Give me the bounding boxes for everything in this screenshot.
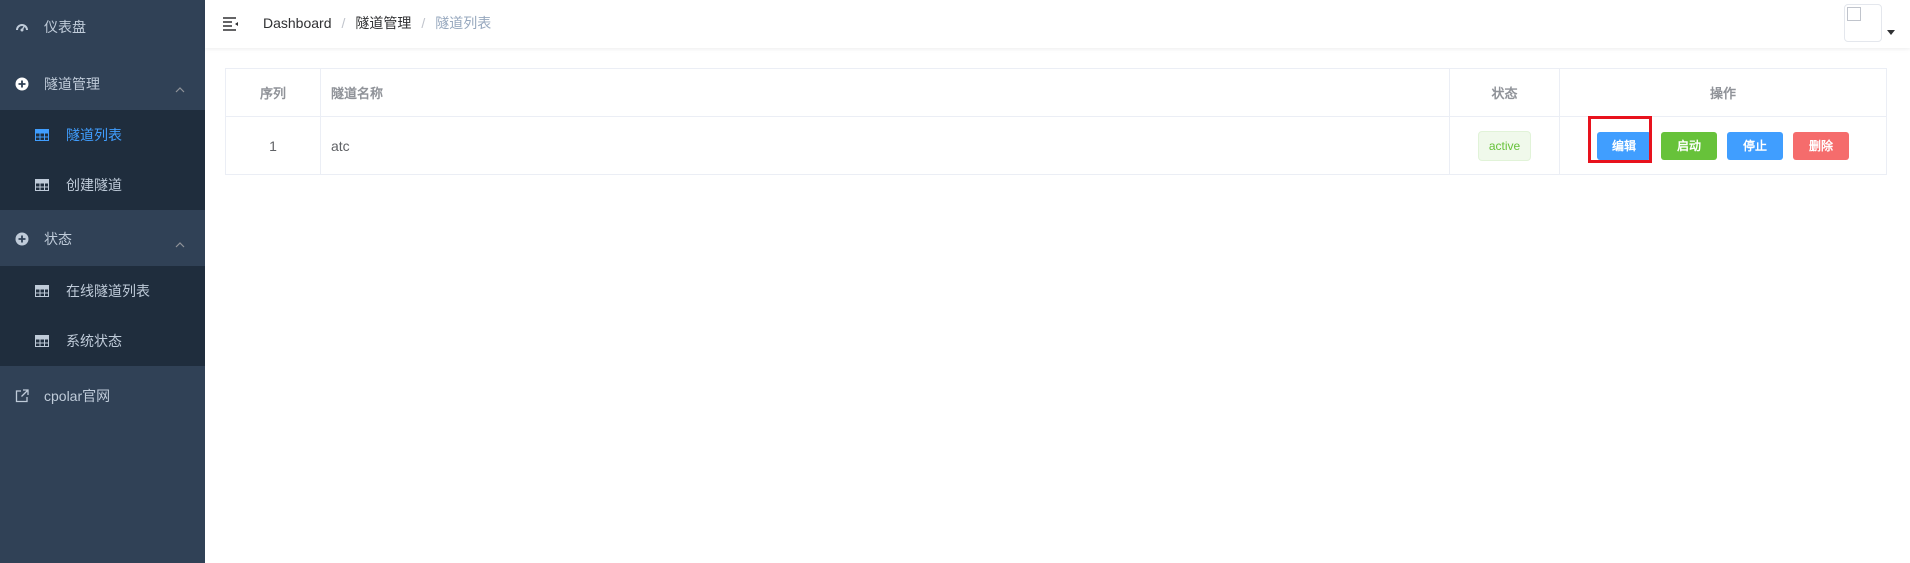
caret-down-icon (1887, 22, 1895, 40)
stop-button[interactable]: 停止 (1727, 131, 1783, 160)
menu-group-label: 隧道管理 (44, 75, 100, 92)
menu-item-create-tunnel[interactable]: 创建隧道 (0, 160, 205, 210)
menu-item-label: 仪表盘 (44, 18, 86, 35)
menu-item-dashboard[interactable]: 仪表盘 (0, 0, 205, 53)
external-link-icon (14, 388, 30, 404)
hamburger-icon[interactable] (221, 14, 241, 34)
row-index: 1 (226, 117, 321, 174)
row-name: atc (321, 117, 1450, 174)
broken-image-icon (1847, 7, 1861, 21)
header-index: 序列 (226, 69, 321, 116)
user-menu[interactable] (1844, 4, 1895, 42)
grid-icon (34, 177, 50, 193)
plus-circle-icon (14, 76, 30, 92)
status-badge: active (1477, 130, 1532, 161)
menu-item-system-status[interactable]: 系统状态 (0, 316, 205, 366)
header-status: 状态 (1450, 69, 1560, 116)
menu-item-label: 创建隧道 (66, 177, 122, 193)
navbar: Dashboard / 隧道管理 / 隧道列表 (205, 0, 1910, 48)
menu-item-online-tunnels[interactable]: 在线隧道列表 (0, 266, 205, 316)
breadcrumb: Dashboard / 隧道管理 / 隧道列表 (263, 0, 491, 46)
breadcrumb-tunnel-management[interactable]: 隧道管理 (355, 13, 411, 33)
plus-circle-icon (14, 231, 30, 247)
menu-item-label: 隧道列表 (66, 127, 122, 143)
breadcrumb-separator: / (341, 15, 346, 31)
grid-icon (34, 127, 50, 143)
start-button[interactable]: 启动 (1661, 131, 1717, 160)
breadcrumb-dashboard[interactable]: Dashboard (263, 15, 332, 31)
chevron-up-icon (175, 80, 185, 96)
menu-item-tunnel-list[interactable]: 隧道列表 (0, 110, 205, 160)
breadcrumb-separator: / (421, 15, 426, 31)
menu-item-cpolar-website[interactable]: cpolar官网 (0, 369, 205, 422)
delete-button[interactable]: 删除 (1793, 131, 1849, 160)
dashboard-icon (14, 19, 30, 35)
menu-group-tunnel-management[interactable]: 隧道管理 (0, 57, 205, 110)
table-header: 序列 隧道名称 状态 操作 (226, 69, 1886, 117)
grid-icon (34, 333, 50, 349)
header-name: 隧道名称 (321, 69, 1450, 116)
chevron-up-icon (175, 235, 185, 251)
header-actions: 操作 (1709, 86, 1736, 101)
avatar[interactable] (1844, 4, 1882, 42)
menu-item-label: 系统状态 (66, 333, 122, 349)
menu-item-label: cpolar官网 (44, 387, 111, 404)
row-status-cell: active (1450, 117, 1560, 174)
grid-icon (34, 283, 50, 299)
menu-item-label: 在线隧道列表 (66, 283, 150, 299)
highlight-box (1588, 116, 1652, 163)
menu-group-status[interactable]: 状态 (0, 212, 205, 265)
breadcrumb-current: 隧道列表 (435, 15, 492, 31)
sidebar: 仪表盘 隧道管理 隧道列表 创建隧道 状态 在线隧道列表 系统状态 cpolar… (0, 0, 205, 563)
menu-group-label: 状态 (44, 230, 72, 247)
